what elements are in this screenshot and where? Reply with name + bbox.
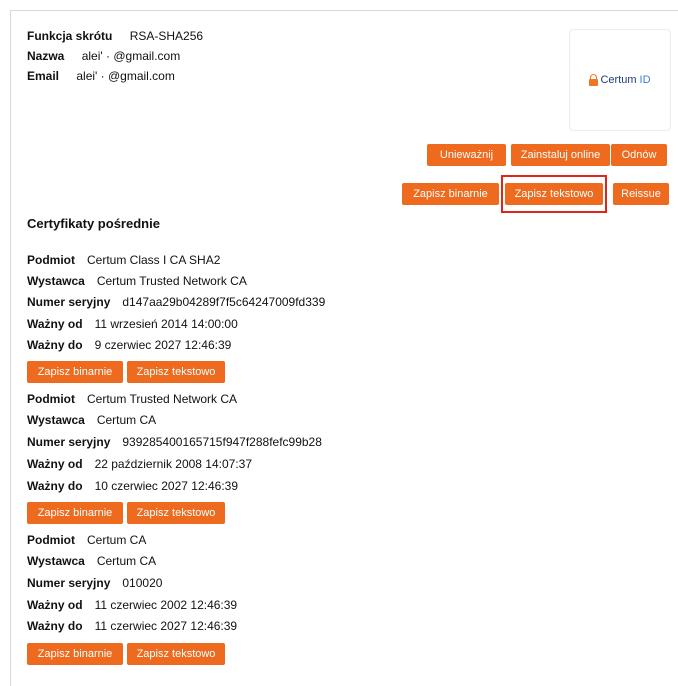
save-binary-button[interactable]: Zapisz binarnie	[402, 183, 499, 205]
save-binary-button[interactable]: Zapisz binarnie	[27, 502, 123, 524]
serial-label: Numer seryjny	[27, 435, 111, 449]
email-value: alei' · @gmail.com	[76, 69, 175, 83]
save-text-button[interactable]: Zapisz tekstowo	[127, 643, 225, 665]
valid-to-value: 9 czerwiec 2027 12:46:39	[94, 338, 232, 352]
save-text-button[interactable]: Zapisz tekstowo	[127, 502, 225, 524]
serial-label: Numer seryjny	[27, 576, 111, 590]
subject-value: Certum CA	[87, 533, 147, 547]
name-value: alei' · @gmail.com	[81, 49, 181, 63]
subject-label: Podmiot	[27, 253, 75, 267]
valid-to-value: 10 czerwiec 2027 12:46:39	[94, 479, 238, 493]
intermediate-certificates-title: Certyfikaty pośrednie	[27, 216, 160, 231]
valid-from-row: Ważny od 11 wrzesień 2014 14:00:00	[27, 315, 238, 333]
save-binary-button[interactable]: Zapisz binarnie	[27, 643, 123, 665]
certum-id-logo: Certum ID	[569, 29, 671, 131]
valid-from-label: Ważny od	[27, 317, 83, 331]
subject-row: Podmiot Certum CA	[27, 531, 146, 549]
logo-suffix: ID	[639, 74, 651, 86]
valid-to-label: Ważny do	[27, 338, 83, 352]
valid-from-row: Ważny od 22 październik 2008 14:07:37	[27, 455, 252, 473]
name-label: Nazwa	[27, 49, 65, 63]
issuer-label: Wystawca	[27, 274, 85, 288]
save-binary-button[interactable]: Zapisz binarnie	[27, 361, 123, 383]
serial-value: d147aa29b04289f7f5c64247009fd339	[122, 295, 326, 309]
subject-label: Podmiot	[27, 533, 75, 547]
subject-value: Certum Class I CA SHA2	[87, 253, 221, 267]
issuer-row: Wystawca Certum CA	[27, 552, 156, 570]
lock-icon	[589, 74, 599, 86]
issuer-value: Certum CA	[96, 413, 157, 427]
serial-label: Numer seryjny	[27, 295, 111, 309]
valid-from-label: Ważny od	[27, 598, 83, 612]
email-row: Email alei' · @gmail.com	[27, 67, 175, 85]
logo-brand: Certum	[600, 74, 637, 86]
serial-value: 939285400165715f947f288fefc99b28	[122, 435, 322, 449]
valid-to-value: 11 czerwiec 2027 12:46:39	[94, 619, 238, 633]
name-row: Nazwa alei' · @gmail.com	[27, 47, 180, 65]
issuer-row: Wystawca Certum Trusted Network CA	[27, 272, 247, 290]
install-online-button[interactable]: Zainstaluj online	[511, 144, 610, 166]
valid-to-row: Ważny do 9 czerwiec 2027 12:46:39	[27, 336, 231, 354]
serial-row: Numer seryjny 939285400165715f947f288fefc…	[27, 433, 322, 451]
issuer-label: Wystawca	[27, 413, 85, 427]
save-text-button[interactable]: Zapisz tekstowo	[505, 183, 603, 205]
valid-to-row: Ważny do 11 czerwiec 2027 12:46:39	[27, 617, 237, 635]
valid-from-label: Ważny od	[27, 457, 83, 471]
certificate-details-panel: Funkcja skrótu RSA-SHA256 Nazwa alei' · …	[10, 10, 678, 686]
issuer-row: Wystawca Certum CA	[27, 411, 156, 429]
serial-row: Numer seryjny d147aa29b04289f7f5c64247009…	[27, 293, 325, 311]
reissue-button[interactable]: Reissue	[613, 183, 669, 205]
hash-function-row: Funkcja skrótu RSA-SHA256	[27, 27, 203, 45]
valid-from-value: 22 październik 2008 14:07:37	[94, 457, 253, 471]
valid-to-label: Ważny do	[27, 619, 83, 633]
issuer-value: Certum Trusted Network CA	[96, 274, 247, 288]
renew-button[interactable]: Odnów	[611, 144, 667, 166]
valid-from-value: 11 wrzesień 2014 14:00:00	[94, 317, 238, 331]
serial-row: Numer seryjny 010020	[27, 574, 162, 592]
issuer-value: Certum CA	[96, 554, 157, 568]
revoke-button[interactable]: Unieważnij	[427, 144, 506, 166]
subject-value: Certum Trusted Network CA	[87, 392, 238, 406]
subject-label: Podmiot	[27, 392, 75, 406]
subject-row: Podmiot Certum Class I CA SHA2	[27, 251, 220, 269]
subject-row: Podmiot Certum Trusted Network CA	[27, 390, 237, 408]
hash-function-value: RSA-SHA256	[129, 29, 204, 43]
valid-from-row: Ważny od 11 czerwiec 2002 12:46:39	[27, 596, 237, 614]
save-text-button[interactable]: Zapisz tekstowo	[127, 361, 225, 383]
valid-to-label: Ważny do	[27, 479, 83, 493]
valid-to-row: Ważny do 10 czerwiec 2027 12:46:39	[27, 477, 238, 495]
valid-from-value: 11 czerwiec 2002 12:46:39	[94, 598, 238, 612]
serial-value: 010020	[122, 576, 163, 590]
hash-function-label: Funkcja skrótu	[27, 29, 113, 43]
email-label: Email	[27, 69, 60, 83]
issuer-label: Wystawca	[27, 554, 85, 568]
